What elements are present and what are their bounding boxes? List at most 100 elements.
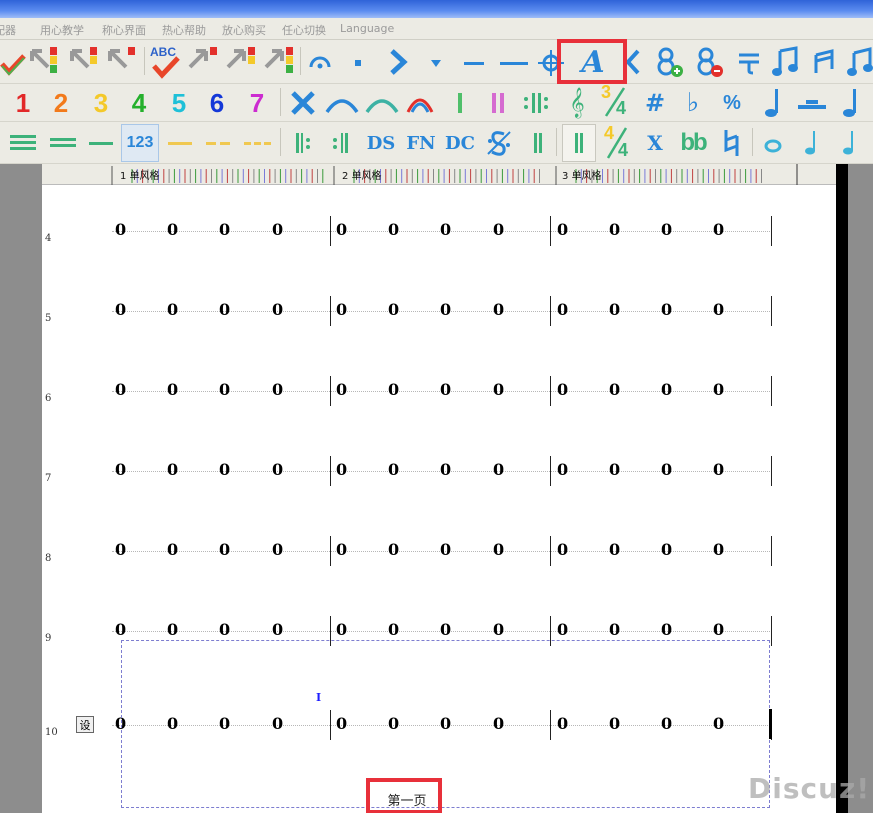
note-rest[interactable]: 0 [713, 460, 724, 479]
barline-double-icon[interactable] [486, 88, 510, 118]
segno-icon[interactable] [482, 126, 516, 160]
note-rest[interactable]: 0 [493, 460, 504, 479]
arrow-multi-icon[interactable] [262, 45, 296, 79]
note-rest[interactable]: 0 [167, 460, 178, 479]
repeat-end-icon[interactable] [328, 128, 354, 158]
menu-item-teaching[interactable]: 用心教学 [40, 22, 84, 38]
dash-short-icon[interactable] [460, 49, 488, 77]
selection-frame[interactable] [121, 640, 770, 808]
note-rest[interactable]: 0 [388, 220, 399, 239]
note-rest[interactable]: 0 [609, 460, 620, 479]
repeat-dots-icon[interactable] [520, 88, 552, 118]
note-rest[interactable]: 0 [219, 380, 230, 399]
dash-yellow-icon[interactable] [164, 128, 196, 158]
arrow-yellow-2-icon[interactable] [224, 45, 258, 79]
note-rest[interactable]: 0 [115, 380, 126, 399]
note-rest[interactable]: 0 [272, 620, 283, 639]
fermata-icon[interactable] [306, 49, 334, 77]
quarter-note-icon[interactable] [760, 86, 786, 120]
numbered-123-icon[interactable]: 123 [121, 124, 159, 162]
note-rest[interactable]: 0 [440, 220, 451, 239]
note-rest[interactable]: 0 [167, 380, 178, 399]
eight-add-icon[interactable] [652, 45, 686, 79]
barline-single-icon[interactable] [448, 88, 472, 118]
note-rest[interactable]: 0 [493, 540, 504, 559]
arrow-red-2-icon[interactable] [186, 45, 220, 79]
note-rest[interactable]: 0 [388, 300, 399, 319]
digit-7-button[interactable]: 7 [242, 86, 272, 120]
check-down-icon[interactable] [0, 47, 26, 79]
repeat-start-icon[interactable] [290, 128, 316, 158]
note-rest[interactable]: 0 [336, 220, 347, 239]
note-rest[interactable]: 0 [219, 620, 230, 639]
note-rest[interactable]: 0 [440, 460, 451, 479]
note-rest[interactable]: 0 [219, 460, 230, 479]
note-rest[interactable]: 0 [557, 300, 568, 319]
grace-note-icon[interactable] [798, 126, 826, 160]
note-rest[interactable]: 0 [557, 220, 568, 239]
slur-arc-icon[interactable] [324, 88, 360, 118]
x-mark-icon[interactable]: X [640, 126, 670, 160]
note-rest[interactable]: 0 [272, 300, 283, 319]
arc-red-icon[interactable] [404, 88, 436, 118]
arrow-red-green-icon[interactable] [28, 45, 62, 79]
note-rest[interactable]: 0 [115, 540, 126, 559]
digit-2-button[interactable]: 2 [46, 86, 76, 120]
note-rest[interactable]: 0 [336, 380, 347, 399]
note-rest[interactable]: 0 [609, 300, 620, 319]
digit-1-button[interactable]: 1 [8, 86, 38, 120]
note-rest[interactable]: 0 [167, 540, 178, 559]
note-rest[interactable]: 0 [388, 380, 399, 399]
dash-yellow-3-icon[interactable] [240, 128, 274, 158]
x-icon[interactable] [288, 88, 318, 118]
rest-bar-icon[interactable] [796, 86, 828, 120]
measure-ruler[interactable]: 1 单风格 2 单风格 3 单风格 [42, 164, 836, 185]
note-rest[interactable]: 0 [713, 380, 724, 399]
note-rest[interactable]: 0 [336, 300, 347, 319]
note-rest[interactable]: 0 [440, 540, 451, 559]
slur-arc-teal-icon[interactable] [364, 88, 400, 118]
note-rest[interactable]: 0 [219, 220, 230, 239]
note-rest[interactable]: 0 [440, 300, 451, 319]
note-rest[interactable]: 0 [219, 540, 230, 559]
digit-5-button[interactable]: 5 [164, 86, 194, 120]
fn-icon[interactable]: FN [404, 126, 438, 160]
note-rest[interactable]: 0 [167, 620, 178, 639]
dash-yellow-2-icon[interactable] [202, 128, 234, 158]
arrow-red-icon[interactable] [106, 45, 140, 79]
percent-icon[interactable]: % [718, 86, 746, 120]
note-rest[interactable]: 0 [219, 300, 230, 319]
eighth-note-icon[interactable] [838, 86, 864, 120]
note-rest[interactable]: 0 [272, 380, 283, 399]
menu-item-interface[interactable]: 称心界面 [102, 22, 146, 38]
line-1-icon[interactable] [86, 128, 116, 158]
note-rest[interactable]: 0 [115, 460, 126, 479]
ds-icon[interactable]: DS [364, 126, 398, 160]
time-sig-44-icon[interactable]: 4 4 [600, 123, 634, 162]
whole-note-icon[interactable] [758, 128, 788, 158]
note-rest[interactable]: 0 [557, 380, 568, 399]
barline-icon[interactable] [526, 128, 550, 158]
note-rest[interactable]: 0 [440, 620, 451, 639]
note-rest[interactable]: 0 [557, 620, 568, 639]
note-rest[interactable]: 0 [661, 220, 672, 239]
natural-icon[interactable] [716, 126, 746, 160]
note-rest[interactable]: 0 [167, 300, 178, 319]
beam-note-2-icon[interactable] [846, 45, 873, 79]
note-rest[interactable]: 0 [167, 220, 178, 239]
note-rest[interactable]: 0 [661, 380, 672, 399]
note-rest[interactable]: 0 [609, 620, 620, 639]
note-rest[interactable]: 0 [336, 620, 347, 639]
note-rest[interactable]: 0 [388, 540, 399, 559]
note-rest[interactable]: 0 [609, 540, 620, 559]
double-note-icon[interactable] [770, 45, 802, 79]
menu-item-language[interactable]: Language [340, 22, 394, 35]
menu-item-peiqi[interactable]: 配器 [0, 22, 16, 38]
note-rest[interactable]: 0 [388, 620, 399, 639]
note-rest[interactable]: 0 [713, 540, 724, 559]
note-rest[interactable]: 0 [272, 220, 283, 239]
note-rest[interactable]: 0 [661, 620, 672, 639]
note-rest[interactable]: 0 [388, 460, 399, 479]
time-sig-34-icon[interactable]: 3 4 [598, 82, 632, 120]
note-rest[interactable]: 0 [713, 220, 724, 239]
